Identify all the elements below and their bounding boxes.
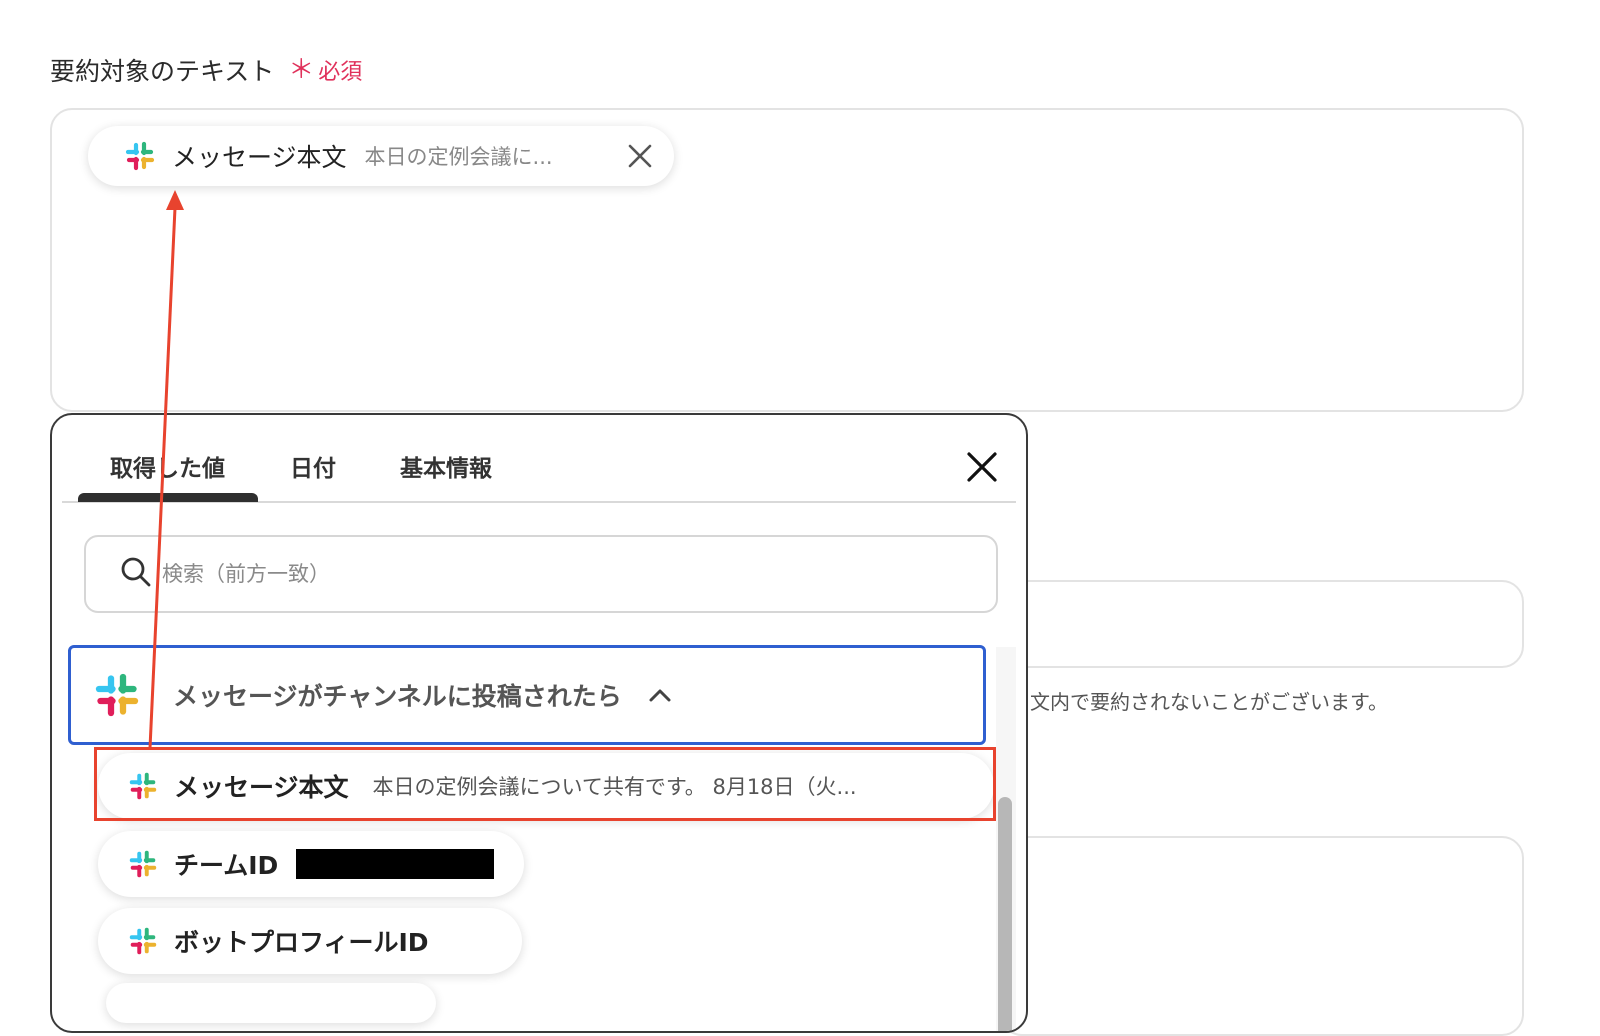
redacted-value	[296, 849, 495, 879]
value-item-message-body[interactable]: メッセージ本文 本日の定例会議について共有です。 8月18日（火...	[98, 753, 994, 819]
selected-value-chip[interactable]: メッセージ本文 本日の定例会議に...	[88, 126, 674, 186]
required-badge: ＊ 必須	[288, 54, 362, 86]
value-picker-popup: 取得した値 日付 基本情報 検索（前方一致） メッセージがチャンネルに投稿された…	[50, 413, 1028, 1033]
item-preview: 本日の定例会議について共有です。 8月18日（火...	[372, 775, 857, 799]
scrollbar-thumb[interactable]	[998, 797, 1012, 1031]
tab-basic-info[interactable]: 基本情報	[400, 449, 492, 483]
value-item-partial[interactable]	[106, 983, 436, 1023]
required-text: 必須	[318, 60, 363, 85]
group-title: メッセージがチャンネルに投稿されたら	[173, 682, 622, 711]
search-field[interactable]	[84, 535, 998, 613]
trigger-group-header[interactable]: メッセージがチャンネルに投稿されたら	[68, 645, 986, 745]
value-item-team-id[interactable]: チームID	[98, 831, 524, 897]
background-input[interactable]	[1000, 580, 1524, 668]
close-icon[interactable]	[622, 138, 658, 174]
tab-date[interactable]: 日付	[290, 449, 336, 483]
slack-icon	[128, 926, 158, 956]
background-textarea[interactable]	[1000, 836, 1524, 1036]
slack-icon	[124, 140, 156, 172]
field-label: 要約対象のテキスト ＊ 必須	[50, 52, 362, 88]
chip-name: メッセージ本文	[172, 143, 347, 172]
field-label-text: 要約対象のテキスト	[50, 57, 275, 86]
tab-acquired-values[interactable]: 取得した値	[110, 449, 225, 483]
tab-bar: 取得した値 日付 基本情報	[62, 415, 1016, 503]
item-name: メッセージ本文	[174, 773, 349, 802]
chip-preview: 本日の定例会議に...	[364, 145, 553, 169]
close-icon[interactable]	[960, 445, 1004, 489]
slack-icon	[128, 849, 158, 879]
active-tab-indicator	[78, 493, 258, 502]
item-name: ボットプロフィールID	[174, 928, 429, 957]
slack-icon	[128, 771, 158, 801]
search-input[interactable]	[162, 562, 922, 586]
background-note: 文内で要約されないことがございます。	[1030, 690, 1388, 714]
value-item-bot-profile-id[interactable]: ボットプロフィールID	[98, 908, 522, 974]
required-asterisk: ＊	[288, 55, 315, 85]
slack-icon	[93, 671, 141, 719]
item-name: チームID	[174, 851, 279, 880]
chevron-up-icon	[648, 687, 672, 703]
search-icon	[120, 556, 152, 592]
